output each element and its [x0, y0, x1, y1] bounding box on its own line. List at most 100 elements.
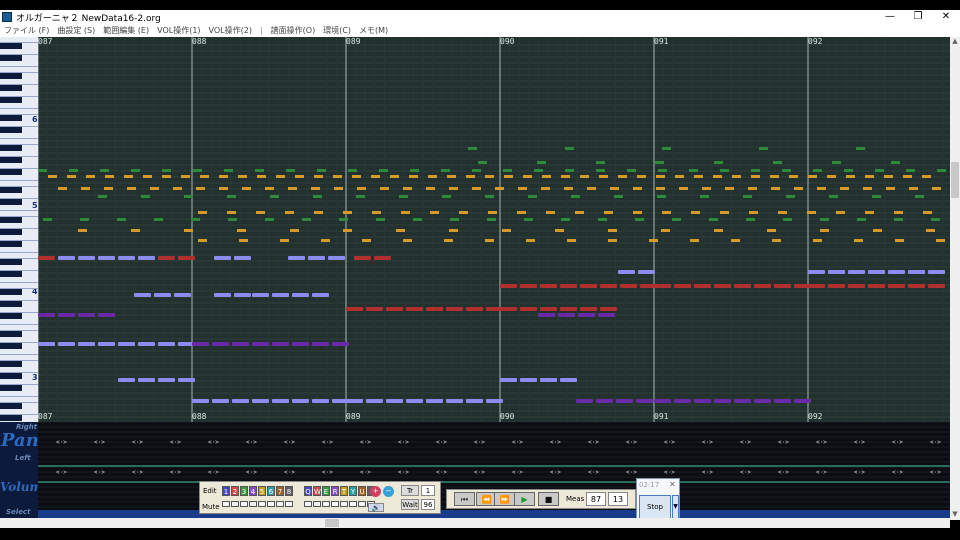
note[interactable]	[720, 169, 729, 172]
note[interactable]	[875, 169, 884, 172]
note[interactable]	[174, 293, 191, 297]
note[interactable]	[540, 378, 557, 382]
black-key[interactable]	[0, 385, 22, 391]
tr-value[interactable]: 1	[421, 485, 435, 496]
note[interactable]	[328, 256, 345, 260]
note[interactable]	[134, 293, 151, 297]
volume-marker[interactable]: <·>	[626, 469, 637, 476]
note[interactable]	[828, 270, 845, 274]
note[interactable]	[620, 284, 637, 288]
menu-memo[interactable]: メモ(M)	[355, 24, 392, 37]
pan-marker[interactable]: <·>	[170, 439, 181, 446]
pan-marker[interactable]: <·>	[778, 439, 789, 446]
note[interactable]	[786, 195, 795, 198]
note[interactable]	[348, 169, 357, 172]
note[interactable]	[872, 195, 881, 198]
track-button-w[interactable]: W	[313, 486, 321, 496]
note[interactable]	[214, 293, 231, 297]
note[interactable]	[771, 187, 780, 190]
note[interactable]	[894, 211, 903, 214]
note[interactable]	[608, 229, 617, 232]
mute-toggle-8[interactable]	[285, 501, 293, 507]
note[interactable]	[759, 147, 768, 150]
note[interactable]	[98, 256, 115, 260]
note[interactable]	[658, 169, 667, 172]
menu-song-settings[interactable]: 曲設定 (S)	[53, 24, 99, 37]
note[interactable]	[86, 175, 95, 178]
volume-marker[interactable]: <·>	[360, 469, 371, 476]
note[interactable]	[618, 270, 635, 274]
black-key[interactable]	[0, 343, 22, 349]
note[interactable]	[386, 399, 403, 403]
mute-toggle-4[interactable]	[249, 501, 257, 507]
volume-marker[interactable]: <·>	[56, 469, 67, 476]
note[interactable]	[192, 399, 209, 403]
note[interactable]	[773, 161, 782, 164]
note[interactable]	[272, 293, 289, 297]
note[interactable]	[714, 161, 723, 164]
note[interactable]	[770, 175, 779, 178]
note[interactable]	[868, 270, 885, 274]
beat-value[interactable]: 13	[608, 492, 628, 506]
note[interactable]	[662, 147, 671, 150]
note[interactable]	[104, 187, 113, 190]
note[interactable]	[290, 229, 299, 232]
note[interactable]	[292, 342, 309, 346]
note[interactable]	[158, 378, 175, 382]
note[interactable]	[80, 218, 89, 221]
track-button-q[interactable]: Q	[304, 486, 312, 496]
note[interactable]	[228, 218, 237, 221]
note[interactable]	[600, 307, 617, 311]
note[interactable]	[649, 239, 658, 242]
black-key[interactable]	[0, 289, 22, 295]
note[interactable]	[520, 378, 537, 382]
note[interactable]	[321, 239, 330, 242]
note[interactable]	[131, 229, 140, 232]
note[interactable]	[578, 313, 595, 317]
note[interactable]	[689, 169, 698, 172]
scroll-up-icon[interactable]: ▲	[950, 37, 960, 47]
mute-toggle-5[interactable]	[258, 501, 266, 507]
black-key[interactable]	[0, 241, 22, 247]
note[interactable]	[396, 229, 405, 232]
note[interactable]	[675, 175, 684, 178]
note[interactable]	[485, 175, 494, 178]
note[interactable]	[700, 195, 709, 198]
volume-marker[interactable]: <·>	[816, 469, 827, 476]
note[interactable]	[523, 175, 532, 178]
pan-marker[interactable]: <·>	[854, 439, 865, 446]
note[interactable]	[656, 175, 665, 178]
note[interactable]	[754, 399, 771, 403]
note[interactable]	[518, 187, 527, 190]
note[interactable]	[118, 256, 135, 260]
note[interactable]	[346, 399, 363, 403]
note[interactable]	[828, 284, 845, 288]
note[interactable]	[732, 175, 741, 178]
note[interactable]	[38, 256, 55, 260]
track-button-8[interactable]: 8	[285, 486, 293, 496]
note[interactable]	[774, 284, 791, 288]
note[interactable]	[234, 293, 251, 297]
note[interactable]	[58, 187, 67, 190]
note[interactable]	[428, 175, 437, 178]
note[interactable]	[596, 161, 605, 164]
note[interactable]	[234, 256, 251, 260]
note[interactable]	[714, 284, 731, 288]
note[interactable]	[143, 175, 152, 178]
note[interactable]	[192, 342, 209, 346]
note[interactable]	[922, 175, 931, 178]
note[interactable]	[317, 169, 326, 172]
note[interactable]	[374, 256, 391, 260]
wait-value[interactable]: 96	[421, 499, 435, 510]
note[interactable]	[200, 175, 209, 178]
note[interactable]	[813, 239, 822, 242]
note[interactable]	[500, 378, 517, 382]
note[interactable]	[558, 313, 575, 317]
pan-marker[interactable]: <·>	[284, 439, 295, 446]
note[interactable]	[635, 218, 644, 221]
note[interactable]	[936, 239, 945, 242]
pan-marker[interactable]: <·>	[512, 439, 523, 446]
black-key[interactable]	[0, 199, 22, 205]
fast-forward-button[interactable]: ⏩	[494, 492, 515, 506]
note[interactable]	[196, 187, 205, 190]
